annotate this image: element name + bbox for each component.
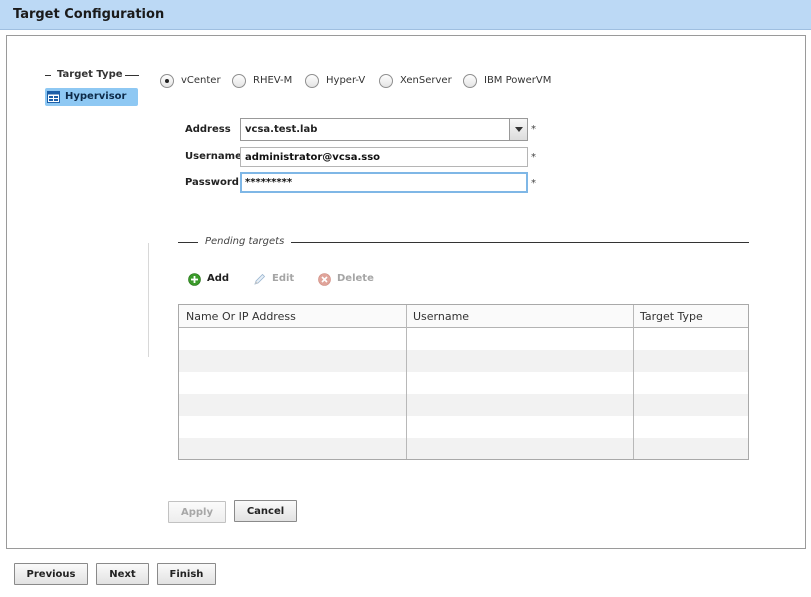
- legend-line: [291, 242, 749, 243]
- password-field[interactable]: [240, 172, 528, 193]
- hypervisor-icon: [47, 91, 60, 103]
- address-combobox[interactable]: vcsa.test.lab: [240, 118, 528, 141]
- radio-button[interactable]: [379, 74, 393, 88]
- window-title: Target Configuration: [13, 7, 165, 22]
- radio-button[interactable]: [232, 74, 246, 88]
- required-marker: *: [531, 178, 536, 189]
- target-type-item-label: Hypervisor: [65, 91, 127, 102]
- address-label: Address: [185, 124, 231, 135]
- main-panel: [6, 35, 806, 549]
- target-type-label: Target Type: [57, 69, 123, 80]
- username-field[interactable]: [240, 147, 528, 167]
- divider: [148, 243, 149, 357]
- radio-label: RHEV-M: [253, 75, 293, 86]
- previous-button[interactable]: Previous: [14, 563, 88, 585]
- table-row[interactable]: [179, 372, 748, 394]
- column-separator: [406, 305, 407, 459]
- delete-button[interactable]: Delete: [318, 272, 376, 288]
- pending-targets-label: Pending targets: [205, 236, 285, 247]
- apply-button[interactable]: Apply: [168, 501, 226, 523]
- table-row[interactable]: [179, 328, 748, 350]
- table-row[interactable]: [179, 416, 748, 438]
- legend-dash: [45, 75, 51, 76]
- password-label: Password: [185, 177, 239, 188]
- title-bar: Target Configuration: [0, 0, 811, 30]
- address-value: vcsa.test.lab: [245, 124, 318, 135]
- address-dropdown-button[interactable]: [509, 119, 527, 140]
- edit-button[interactable]: Edit: [253, 272, 295, 288]
- add-button[interactable]: Add: [188, 272, 230, 288]
- chevron-down-icon: [515, 127, 523, 132]
- column-header-name[interactable]: Name Or IP Address: [186, 310, 296, 323]
- radio-label: vCenter: [181, 75, 221, 86]
- table-row[interactable]: [179, 394, 748, 416]
- table-header: Name Or IP Address Username Target Type: [179, 305, 748, 328]
- table-row[interactable]: [179, 350, 748, 372]
- next-button[interactable]: Next: [96, 563, 149, 585]
- column-header-target-type[interactable]: Target Type: [640, 310, 703, 323]
- required-marker: *: [531, 152, 536, 163]
- finish-button[interactable]: Finish: [157, 563, 216, 585]
- edit-label: Edit: [272, 273, 295, 284]
- target-type-legend: Target Type: [45, 69, 139, 81]
- delete-label: Delete: [337, 273, 374, 284]
- required-marker: *: [531, 124, 536, 135]
- column-separator: [633, 305, 634, 459]
- radio-label: XenServer: [400, 75, 452, 86]
- radio-button[interactable]: [160, 74, 174, 88]
- add-label: Add: [207, 273, 230, 284]
- target-type-item-hypervisor[interactable]: Hypervisor: [45, 88, 138, 106]
- cancel-button[interactable]: Cancel: [234, 500, 297, 522]
- pending-targets-table: Name Or IP Address Username Target Type: [178, 304, 749, 460]
- column-header-username[interactable]: Username: [413, 310, 469, 323]
- delete-icon: [318, 273, 331, 286]
- legend-line: [178, 242, 198, 243]
- radio-label: Hyper-V: [326, 75, 366, 86]
- legend-dash: [125, 75, 139, 76]
- radio-dot: [165, 79, 169, 83]
- radio-button[interactable]: [463, 74, 477, 88]
- radio-button[interactable]: [305, 74, 319, 88]
- pencil-icon: [254, 273, 266, 285]
- table-row[interactable]: [179, 438, 748, 459]
- add-icon: [188, 273, 201, 286]
- username-label: Username: [185, 151, 242, 162]
- radio-label: IBM PowerVM: [484, 75, 552, 86]
